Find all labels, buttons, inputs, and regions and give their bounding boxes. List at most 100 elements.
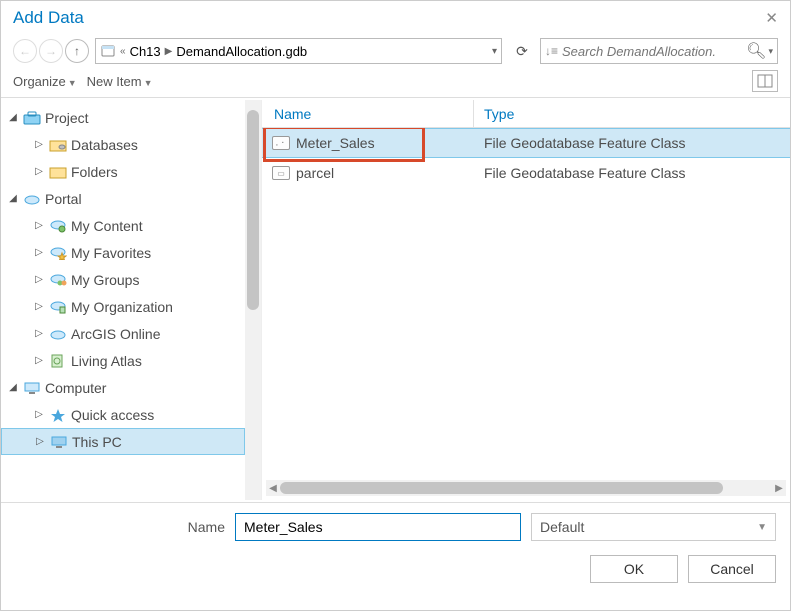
expand-icon[interactable]: ▷ — [33, 301, 45, 312]
tree-item-my-favorites[interactable]: ▷ My Favorites — [1, 239, 245, 266]
pc-icon — [49, 433, 69, 451]
tree-item-portal[interactable]: ◢ Portal — [1, 185, 245, 212]
chevron-down-icon: ▼ — [68, 78, 77, 88]
tree-label: My Groups — [71, 272, 139, 288]
folder-db-icon — [48, 136, 68, 154]
close-icon[interactable]: ✕ — [765, 9, 778, 27]
nav-up-button[interactable]: ↑ — [65, 39, 89, 63]
search-dropdown-icon[interactable]: ▾ — [768, 46, 773, 57]
list-item-type: File Geodatabase Feature Class — [474, 165, 790, 181]
tree-item-my-organization[interactable]: ▷ My Organization — [1, 293, 245, 320]
tree-label: Portal — [45, 191, 82, 207]
expand-icon[interactable]: ▷ — [33, 220, 45, 231]
tree-label: Computer — [45, 380, 106, 396]
collapse-icon[interactable]: ◢ — [7, 112, 19, 123]
chevron-down-icon: ▼ — [757, 522, 767, 533]
list-row[interactable]: ▭ parcel File Geodatabase Feature Class — [262, 158, 790, 188]
window-title: Add Data — [13, 8, 84, 28]
nav-forward-button[interactable]: → — [39, 39, 63, 63]
divider — [1, 502, 790, 503]
cloud-icon — [22, 190, 42, 208]
tree-label: This PC — [72, 434, 122, 450]
tree-item-living-atlas[interactable]: ▷ Living Atlas — [1, 347, 245, 374]
tree-label: My Favorites — [71, 245, 151, 261]
organize-label: Organize — [13, 74, 66, 89]
new-item-label: New Item — [87, 74, 142, 89]
list-item-type: File Geodatabase Feature Class — [474, 135, 790, 151]
collapse-icon[interactable]: ◢ — [7, 193, 19, 204]
tree-item-arcgis-online[interactable]: ▷ ArcGIS Online — [1, 320, 245, 347]
organize-menu[interactable]: Organize▼ — [13, 74, 77, 89]
ok-button[interactable]: OK — [590, 555, 678, 583]
scrollbar-thumb[interactable] — [247, 110, 259, 310]
list-item-name: Meter_Sales — [296, 135, 375, 151]
cancel-button[interactable]: Cancel — [688, 555, 776, 583]
tree-item-quick-access[interactable]: ▷ Quick access — [1, 401, 245, 428]
filter-select[interactable]: Default ▼ — [531, 513, 776, 541]
feature-class-point-icon: ⠄⠂ — [272, 136, 290, 150]
cloud-building-icon — [48, 298, 68, 316]
list-row[interactable]: ⠄⠂ Meter_Sales File Geodatabase Feature … — [262, 128, 790, 158]
expand-icon[interactable]: ▷ — [33, 355, 45, 366]
expand-icon[interactable]: ▷ — [34, 436, 46, 447]
collapse-icon[interactable]: ◢ — [7, 382, 19, 393]
tree-label: My Organization — [71, 299, 173, 315]
breadcrumb-prefix: « — [120, 46, 126, 57]
column-header-type[interactable]: Type — [474, 100, 790, 127]
cloud-star-icon — [48, 244, 68, 262]
tree-label: Folders — [71, 164, 118, 180]
chevron-right-icon: ▶ — [165, 46, 173, 57]
tree-item-my-content[interactable]: ▷ My Content — [1, 212, 245, 239]
refresh-button[interactable]: ⟳ — [510, 39, 534, 63]
search-box[interactable]: ↓≡ 🔍︎ ▾ — [540, 38, 778, 64]
scroll-left-icon[interactable]: ◀ — [266, 483, 280, 494]
nav-back-button[interactable]: ← — [13, 39, 37, 63]
tree-label: ArcGIS Online — [71, 326, 160, 342]
tree-label: Living Atlas — [71, 353, 142, 369]
tree-label: My Content — [71, 218, 143, 234]
expand-icon[interactable]: ▷ — [33, 139, 45, 150]
feature-class-polygon-icon: ▭ — [272, 166, 290, 180]
list-item-name: parcel — [296, 165, 334, 181]
tree-item-computer[interactable]: ◢ Computer — [1, 374, 245, 401]
breadcrumb-dropdown-icon[interactable]: ▾ — [492, 46, 497, 57]
tree-label: Quick access — [71, 407, 154, 423]
star-icon — [48, 406, 68, 424]
filter-value: Default — [540, 519, 584, 535]
tree-item-folders[interactable]: ▷ Folders — [1, 158, 245, 185]
divider — [1, 97, 790, 98]
location-icon — [100, 43, 116, 59]
breadcrumb-item[interactable]: DemandAllocation.gdb — [176, 44, 307, 59]
scroll-right-icon[interactable]: ▶ — [772, 483, 786, 494]
cloud-online-icon — [48, 325, 68, 343]
chevron-down-icon: ▼ — [144, 78, 153, 88]
tree-item-this-pc[interactable]: ▷ This PC — [1, 428, 245, 455]
tree-item-my-groups[interactable]: ▷ My Groups — [1, 266, 245, 293]
list-h-scrollbar[interactable]: ◀ ▶ — [266, 480, 786, 496]
name-input[interactable] — [235, 513, 521, 541]
sort-icon[interactable]: ↓≡ — [545, 44, 558, 58]
atlas-icon — [48, 352, 68, 370]
breadcrumb[interactable]: « Ch13 ▶ DemandAllocation.gdb ▾ — [95, 38, 502, 64]
column-header-name[interactable]: Name — [262, 100, 474, 127]
view-mode-button[interactable] — [752, 70, 778, 92]
tree-scrollbar[interactable] — [245, 100, 261, 500]
expand-icon[interactable]: ▷ — [33, 409, 45, 420]
name-label: Name — [15, 519, 225, 535]
tree-label: Databases — [71, 137, 138, 153]
expand-icon[interactable]: ▷ — [33, 274, 45, 285]
computer-icon — [22, 379, 42, 397]
search-input[interactable] — [562, 44, 744, 59]
expand-icon[interactable]: ▷ — [33, 166, 45, 177]
folder-icon — [48, 163, 68, 181]
new-item-menu[interactable]: New Item▼ — [87, 74, 153, 89]
expand-icon[interactable]: ▷ — [33, 328, 45, 339]
search-icon[interactable]: 🔍︎ — [746, 41, 766, 61]
tree-item-project[interactable]: ◢ Project — [1, 104, 245, 131]
cloud-group-icon — [48, 271, 68, 289]
scrollbar-thumb[interactable] — [280, 482, 723, 494]
cloud-person-icon — [48, 217, 68, 235]
expand-icon[interactable]: ▷ — [33, 247, 45, 258]
tree-item-databases[interactable]: ▷ Databases — [1, 131, 245, 158]
breadcrumb-item[interactable]: Ch13 — [130, 44, 161, 59]
